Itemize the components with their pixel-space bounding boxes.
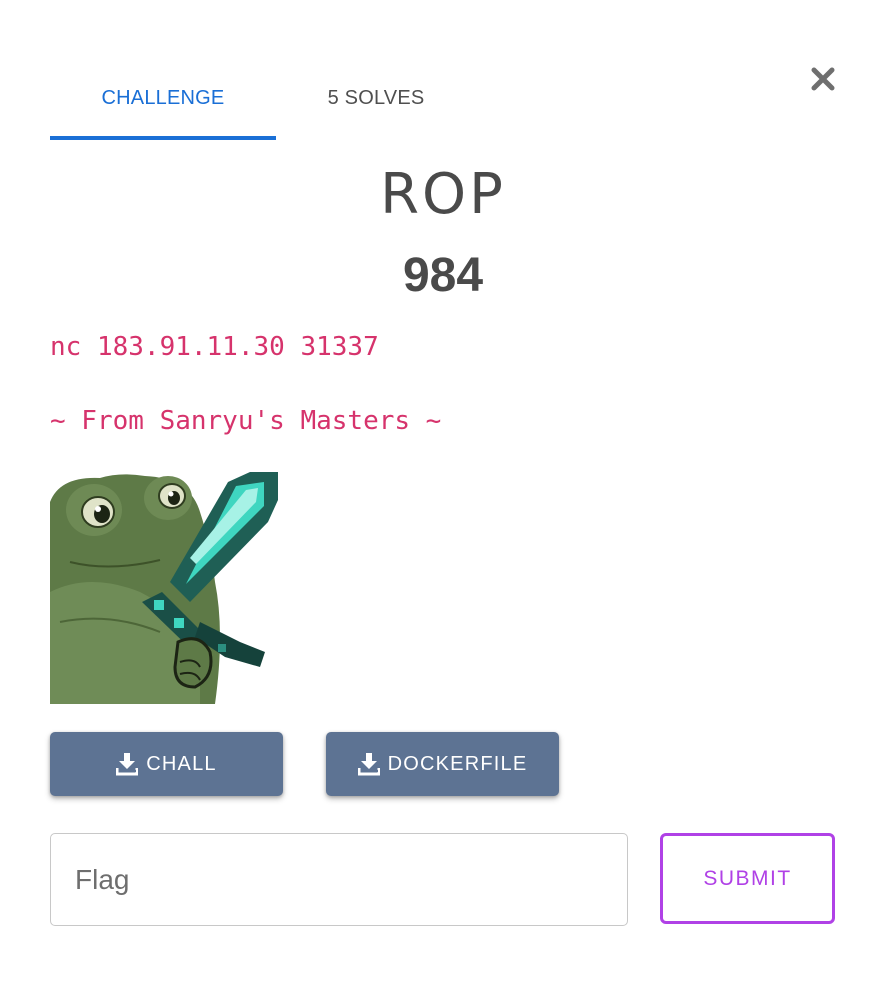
download-icon [116, 753, 139, 776]
download-dockerfile-button[interactable]: DOCKERFILE [326, 732, 559, 796]
flag-input[interactable] [50, 833, 628, 926]
frog-sword-illustration [50, 472, 278, 704]
challenge-tagline: ~ From Sanryu's Masters ~ [50, 406, 442, 436]
submit-button[interactable]: SUBMIT [660, 833, 835, 924]
download-chall-label: CHALL [146, 752, 217, 775]
tab-challenge[interactable]: CHALLENGE [50, 60, 276, 136]
connection-command: nc 183.91.11.30 31337 [50, 332, 379, 362]
challenge-points: 984 [402, 249, 484, 302]
tab-solves[interactable]: 5 SOLVES [276, 60, 476, 136]
close-icon [811, 67, 835, 91]
active-tab-indicator [50, 136, 276, 140]
download-chall-button[interactable]: CHALL [50, 732, 283, 796]
close-button[interactable] [806, 62, 840, 96]
challenge-modal: CHALLENGE 5 SOLVES ROP 984 nc 183.91.11.… [0, 0, 886, 983]
tab-bar: CHALLENGE 5 SOLVES [50, 60, 510, 140]
challenge-title: ROP [380, 162, 506, 227]
download-dockerfile-label: DOCKERFILE [387, 752, 528, 775]
challenge-image [50, 472, 280, 704]
download-icon [357, 753, 380, 776]
